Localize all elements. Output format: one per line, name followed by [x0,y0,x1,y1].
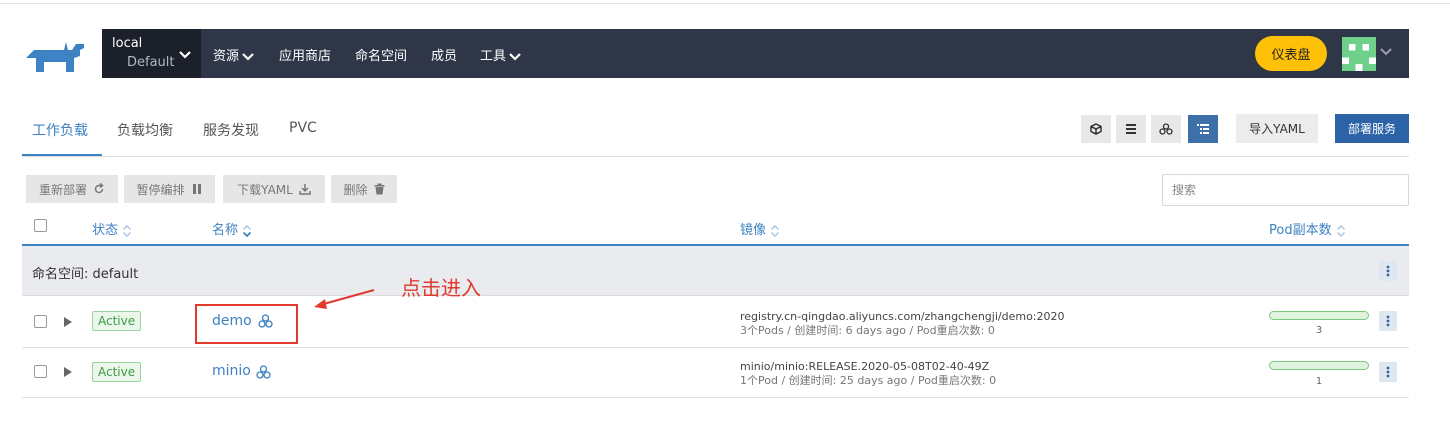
sort-down-icon [242,224,252,237]
workload-details: 1个Pod / 创建时间: 25 days ago / Pod重启次数: 0 [740,374,997,387]
namespace-group-row: 命名空间: default [22,246,1409,296]
pause-icon [192,184,201,194]
column-header-image-label: 镜像 [740,223,767,238]
service-group-icon [256,365,271,379]
list-icon [1126,124,1136,134]
row-actions-button[interactable] [1379,311,1397,331]
cube-icon [1090,123,1102,135]
user-avatar[interactable] [1342,37,1376,71]
tabs-divider [22,156,1409,157]
pod-health-bar [1269,311,1369,320]
expand-row-icon[interactable] [64,367,72,377]
workload-link-minio[interactable]: minio [212,363,251,379]
active-tab-indicator [22,154,102,156]
pod-count: 1 [1315,376,1323,387]
tree-list-icon [1197,124,1209,134]
tab-workloads[interactable]: 工作负载 [32,120,88,140]
annotation-arrow-icon [314,289,375,309]
view-list-button[interactable] [1116,115,1146,143]
project-name: Default [127,55,175,70]
chevron-down-icon [242,52,254,61]
nav-resources-label: 资源 [213,49,240,64]
column-header-name-label: 名称 [212,223,239,238]
column-header-state[interactable]: 状态 [92,219,132,238]
pod-health-bar [1269,361,1369,370]
row-checkbox[interactable] [34,315,47,328]
redeploy-label: 重新部署 [38,182,87,197]
download-yaml-label: 下载YAML [237,182,293,197]
sort-icon [1336,224,1345,237]
tab-pvc[interactable]: PVC [289,120,317,136]
column-header-state-label: 状态 [92,223,119,238]
tab-load-balancing[interactable]: 负载均衡 [117,120,173,140]
nav-tools-label: 工具 [480,49,507,64]
sort-icon [122,224,132,237]
redeploy-button[interactable]: 重新部署 [26,175,118,203]
pause-button[interactable]: 暂停编排 [124,175,215,203]
delete-button[interactable]: 删除 [331,175,397,203]
view-group-button[interactable] [1151,115,1181,143]
pod-count: 3 [1315,325,1323,336]
nav-namespaces-label: 命名空间 [355,49,408,64]
sort-icon [770,224,780,237]
namespace-group-label: 命名空间: default [32,267,139,282]
search-input[interactable] [1162,174,1409,206]
nav-resources[interactable]: 资源 [213,45,254,64]
chevron-down-icon [179,51,191,59]
download-yaml-button[interactable]: 下载YAML [223,175,325,203]
status-badge: Active [92,362,142,382]
view-namespace-button[interactable] [1188,115,1218,143]
status-badge: Active [92,311,142,331]
select-all-checkbox[interactable] [34,219,47,232]
redo-icon [94,183,104,194]
top-navbar: local Default 资源 应用商店 命名空间 成员 工具 仪表盘 [102,29,1409,78]
top-divider [0,3,1450,4]
chevron-down-icon[interactable] [1380,47,1392,57]
cluster-name: local [112,36,143,51]
nav-namespaces[interactable]: 命名空间 [355,45,407,64]
annotation-highlight-box [195,304,298,344]
view-flat-button[interactable] [1081,115,1111,143]
column-header-image[interactable]: 镜像 [740,219,780,238]
nav-tools[interactable]: 工具 [480,45,521,64]
rancher-logo[interactable] [22,38,92,74]
pause-label: 暂停编排 [136,182,185,197]
dashboard-button[interactable]: 仪表盘 [1255,36,1327,71]
row-actions-button[interactable] [1379,362,1397,382]
nav-catalog[interactable]: 应用商店 [279,45,331,64]
annotation-text: 点击进入 [401,276,481,300]
nav-members-label: 成员 [431,49,458,64]
group-actions-button[interactable] [1379,261,1397,281]
column-header-pods-label: Pod副本数 [1269,223,1332,238]
kebab-menu-icon [1386,366,1390,378]
tab-service-discovery[interactable]: 服务发现 [203,120,259,140]
expand-row-icon[interactable] [64,317,72,327]
row-divider [22,347,1409,348]
nav-catalog-label: 应用商店 [279,49,332,64]
workload-details: 3个Pods / 创建时间: 6 days ago / Pod重启次数: 0 [740,324,995,337]
column-header-pods[interactable]: Pod副本数 [1269,219,1346,238]
nav-members[interactable]: 成员 [431,45,457,64]
chevron-down-icon [509,52,521,61]
import-yaml-button[interactable]: 导入YAML [1236,114,1318,143]
kebab-menu-icon [1386,315,1390,327]
download-icon [299,184,311,195]
group-icon [1159,123,1173,135]
delete-label: 删除 [343,182,368,197]
column-header-name[interactable]: 名称 [212,219,252,238]
deploy-button[interactable]: 部署服务 [1335,114,1409,143]
kebab-menu-icon [1386,265,1390,277]
row-checkbox[interactable] [34,365,47,378]
trash-icon [374,183,384,195]
row-divider [22,397,1409,398]
cluster-project-switcher[interactable]: local Default [102,29,201,78]
